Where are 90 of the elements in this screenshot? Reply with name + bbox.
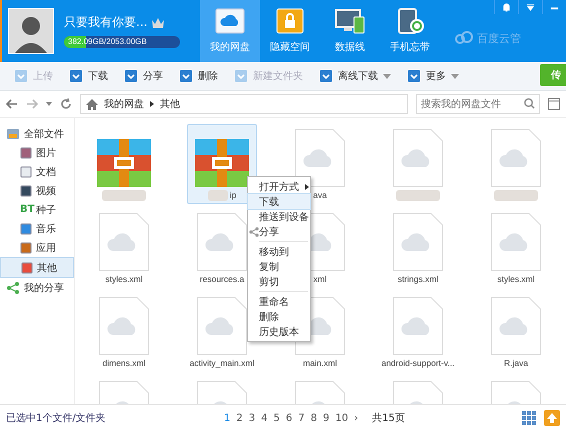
sidebar-item[interactable]: 音乐 <box>0 219 74 238</box>
file-name: styles.xml <box>105 274 143 284</box>
search-icon <box>524 98 535 109</box>
view-toggle-icon[interactable] <box>548 98 560 110</box>
bell-icon <box>502 2 511 12</box>
brand-text: 百度云管 <box>477 30 521 46</box>
file-name: activity_main.xml <box>190 358 254 368</box>
breadcrumb-link[interactable]: 我的网盘 <box>104 97 144 111</box>
sidebar-item[interactable]: 视频 <box>0 181 74 200</box>
cloud-file-icon[interactable] <box>491 129 541 187</box>
file-name: resources.a <box>200 274 244 284</box>
next-page-link[interactable]: › <box>354 412 358 424</box>
caret-icon <box>526 2 535 12</box>
cloud-file-icon[interactable] <box>393 213 443 271</box>
cloud-file-icon[interactable] <box>393 129 443 187</box>
toolbar-button[interactable]: 离线下载 <box>311 62 399 90</box>
file-name: main.xml <box>302 358 337 368</box>
toolbar-button[interactable]: 下载 <box>61 62 116 90</box>
menu-item[interactable]: 删除 <box>248 309 310 324</box>
home-icon <box>86 98 98 110</box>
breadcrumb-link[interactable]: 其他 <box>160 97 180 111</box>
chevron-icon <box>150 101 154 107</box>
page-total: 共15页 <box>372 412 405 425</box>
avatar-placeholder <box>8 8 54 54</box>
page-link[interactable]: 8 <box>310 412 317 424</box>
nav-tab[interactable]: 隐藏空间 <box>260 0 320 62</box>
selection-text: 已选中1个文件/文件夹 <box>6 412 107 425</box>
bt-label: BT <box>20 204 32 215</box>
menu-item[interactable]: 分享 <box>248 224 310 239</box>
menu-item[interactable]: 复制 <box>248 259 310 274</box>
sidebar-item[interactable]: 我的分享 <box>0 278 74 297</box>
page-link[interactable]: 3 <box>248 412 256 424</box>
cloud-file-icon[interactable] <box>99 297 149 355</box>
search-field[interactable]: 搜索我的网盘文件 <box>416 94 540 114</box>
back-arrow-icon[interactable] <box>6 99 18 109</box>
page-link[interactable]: 9 <box>323 412 330 424</box>
share-icon <box>6 282 20 294</box>
page-link[interactable]: 5 <box>274 412 280 424</box>
cloud-icon <box>215 8 245 34</box>
cloud-file-icon[interactable] <box>197 297 247 355</box>
user-name: 只要我有你要... <box>64 14 148 31</box>
cloud-file-icon[interactable] <box>197 213 247 271</box>
crown-icon <box>151 16 166 28</box>
nav-tab[interactable]: 数据线 <box>320 0 380 62</box>
sidebar-item[interactable]: BT种子 <box>0 200 74 219</box>
sidebar-item[interactable]: 文档 <box>0 162 74 181</box>
grid-view-icon[interactable] <box>522 411 536 425</box>
file-tile-selected[interactable]: ip <box>187 124 257 204</box>
menu-item[interactable]: 下载 <box>248 194 310 209</box>
nav-tab[interactable]: 手机忘带 <box>380 0 440 62</box>
menu-item[interactable]: 推送到设备 <box>248 209 310 224</box>
cloud-file-icon[interactable] <box>99 213 149 271</box>
storage-text: 382.09GB/2053.00GB <box>68 36 147 48</box>
file-name: styles.xml <box>497 274 535 284</box>
cloud-file-icon[interactable] <box>491 213 541 271</box>
sidebar-item[interactable]: 应用 <box>0 238 74 257</box>
toolbar-button[interactable]: 删除 <box>171 62 226 90</box>
file-name: R.java <box>504 358 528 368</box>
file-name: xml <box>313 274 327 284</box>
menu-item[interactable]: 历史版本 <box>248 324 310 339</box>
drive-icon <box>6 128 20 140</box>
caret-icon[interactable] <box>46 102 52 106</box>
lock-icon <box>275 8 305 34</box>
menu-item[interactable]: 重命名 <box>248 294 310 309</box>
page-link[interactable]: 10 <box>335 412 348 424</box>
refresh-icon[interactable] <box>60 98 72 110</box>
cloud-logo-icon <box>454 31 474 45</box>
page-link[interactable]: 4 <box>261 412 268 424</box>
sidebar-item[interactable]: 其他 <box>0 257 74 278</box>
upload-arrow-icon[interactable] <box>544 410 560 426</box>
menu-item[interactable]: 剪切 <box>248 274 310 289</box>
cloud-file-icon[interactable] <box>491 297 541 355</box>
page-link[interactable]: 6 <box>286 412 292 424</box>
file-name: android-support-v... <box>381 358 455 368</box>
file-name: ava <box>313 190 327 200</box>
forward-arrow-icon[interactable] <box>26 99 38 109</box>
toolbar-button[interactable]: 分享 <box>116 62 171 90</box>
toolbar-button[interactable]: 更多 <box>399 62 467 90</box>
page-link[interactable]: 7 <box>298 412 305 424</box>
menu-item[interactable]: 移动到 <box>248 244 310 259</box>
file-name: strings.xml <box>398 274 438 284</box>
monitor-phone-icon <box>335 8 365 34</box>
sidebar-item[interactable]: 全部文件 <box>0 124 74 143</box>
tablet-sync-icon <box>395 8 425 34</box>
cloud-file-icon[interactable] <box>393 297 443 355</box>
file-name: dimens.xml <box>102 358 146 368</box>
page-link[interactable]: 2 <box>236 412 243 424</box>
page-link[interactable]: 1 <box>224 412 230 424</box>
file-name: ip <box>230 190 236 200</box>
sidebar-item[interactable]: 图片 <box>0 143 74 162</box>
